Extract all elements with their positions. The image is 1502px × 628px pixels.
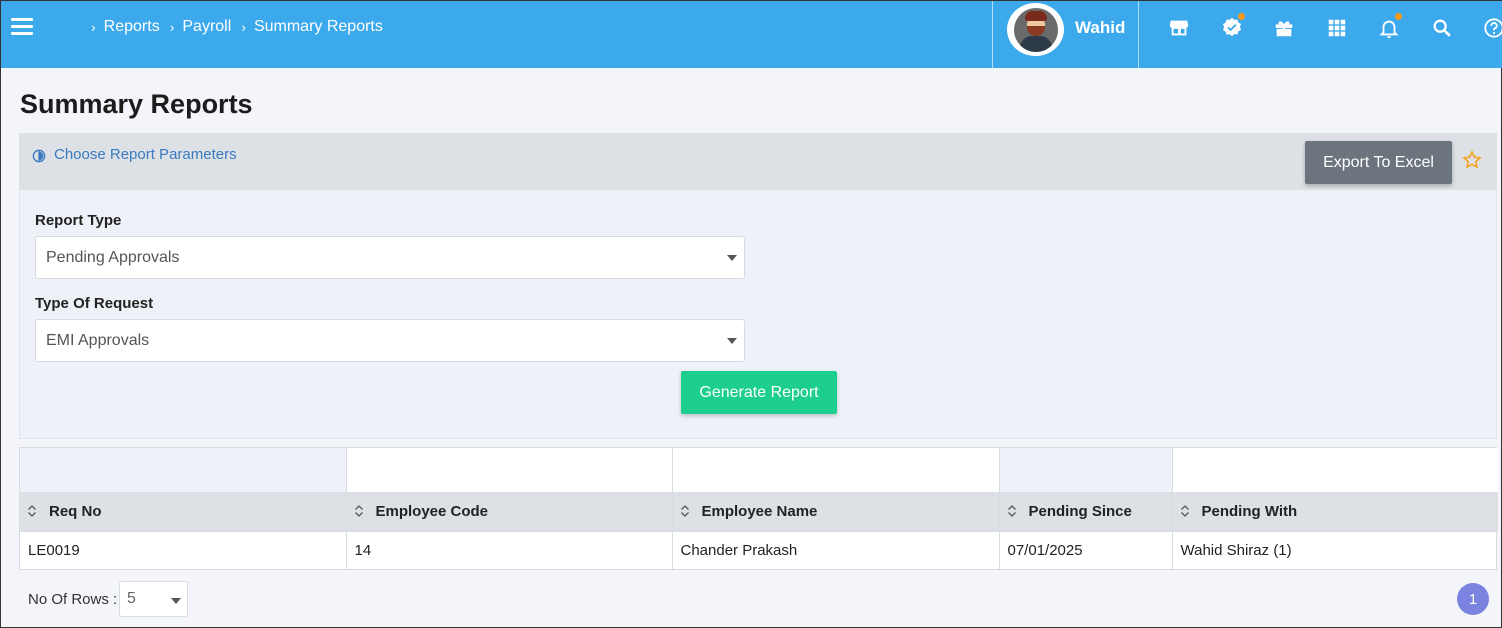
chevron-down-icon	[171, 598, 181, 604]
avatar[interactable]	[1007, 3, 1064, 56]
gift-icon[interactable]	[1271, 15, 1297, 41]
filter-cell-req-no	[20, 448, 347, 492]
filter-row	[20, 448, 1498, 492]
report-type-label: Report Type	[35, 212, 122, 229]
results-table: Req No Employee Code Employee Name Pendi…	[19, 447, 1498, 570]
divider	[992, 1, 993, 68]
column-header-label: Employee Name	[701, 502, 818, 520]
breadcrumb-summary-reports[interactable]: Summary Reports	[254, 18, 383, 36]
choose-report-parameters-label: Choose Report Parameters	[54, 146, 237, 163]
report-parameters-form: Report Type Pending Approvals Type Of Re…	[19, 190, 1497, 439]
request-type-value: EMI Approvals	[46, 331, 150, 349]
column-header-pending-with[interactable]: Pending With	[1172, 492, 1498, 531]
filter-cell-pending-with[interactable]	[1172, 448, 1498, 492]
toggle-icon	[32, 149, 46, 162]
cell-pending-since: 07/01/2025	[999, 530, 1173, 569]
cell-employee-name: Chander Prakash	[672, 530, 1000, 569]
request-type-select[interactable]: EMI Approvals	[35, 319, 745, 362]
breadcrumb-separator: ›	[241, 19, 246, 35]
breadcrumb-separator: ›	[169, 19, 175, 35]
rows-per-page-select[interactable]: 5	[119, 581, 188, 617]
breadcrumb-payroll[interactable]: Payroll	[182, 18, 231, 36]
filter-cell-employee-code[interactable]	[346, 448, 673, 492]
menu-icon[interactable]	[11, 18, 33, 36]
rows-per-page-label: No Of Rows :	[28, 591, 118, 608]
notification-dot	[1237, 13, 1245, 20]
report-type-select[interactable]: Pending Approvals	[35, 236, 745, 279]
cell-employee-code: 14	[346, 530, 673, 569]
breadcrumb-separator: ›	[91, 19, 96, 35]
generate-report-button[interactable]: Generate Report	[681, 371, 837, 414]
sort-icon	[354, 504, 363, 517]
export-to-excel-button[interactable]: Export To Excel	[1305, 141, 1452, 184]
column-header-employee-code[interactable]: Employee Code	[346, 492, 673, 531]
chevron-down-icon	[727, 338, 737, 344]
pagination-page-1[interactable]: 1	[1457, 583, 1489, 615]
divider	[1138, 1, 1139, 68]
header-row: Req No Employee Code Employee Name Pendi…	[20, 492, 1498, 531]
choose-report-parameters-link[interactable]: Choose Report Parameters	[32, 146, 237, 163]
column-header-req-no[interactable]: Req No	[20, 492, 347, 531]
page-title: Summary Reports	[20, 89, 253, 119]
column-header-label: Req No	[49, 502, 102, 520]
cell-pending-with: Wahid Shiraz (1)	[1172, 530, 1498, 569]
star-icon[interactable]	[1462, 150, 1482, 170]
rows-per-page-value: 5	[127, 590, 136, 607]
column-header-label: Pending Since	[1028, 502, 1132, 520]
sort-icon	[1007, 504, 1016, 517]
filter-cell-employee-name[interactable]	[672, 448, 1000, 492]
filter-cell-pending-since	[999, 448, 1173, 492]
report-type-value: Pending Approvals	[46, 248, 180, 266]
column-header-label: Pending With	[1201, 502, 1298, 520]
notification-dot	[1395, 13, 1402, 20]
verified-badge-icon[interactable]	[1219, 13, 1245, 41]
report-parameters-header: Choose Report Parameters Export To Excel	[19, 133, 1497, 190]
cell-req-no: LE0019	[20, 530, 347, 569]
avatar-image	[1013, 7, 1058, 52]
table-row[interactable]: LE0019 14 Chander Prakash 07/01/2025 Wah…	[20, 530, 1498, 569]
username[interactable]: Wahid	[1075, 18, 1125, 38]
store-icon[interactable]	[1166, 15, 1192, 41]
breadcrumb: › Reports › Payroll › Summary Reports	[91, 18, 393, 36]
column-header-label: Employee Code	[375, 502, 489, 520]
top-icon-bar	[1166, 13, 1502, 41]
sort-icon	[28, 504, 36, 517]
sort-icon	[1180, 504, 1189, 517]
help-icon[interactable]	[1481, 15, 1502, 41]
chevron-down-icon	[727, 255, 737, 261]
request-type-label: Type Of Request	[35, 295, 154, 312]
top-bar: › Reports › Payroll › Summary Reports Wa…	[1, 1, 1502, 68]
breadcrumb-reports[interactable]: Reports	[104, 18, 160, 36]
column-header-pending-since[interactable]: Pending Since	[999, 492, 1173, 531]
bell-icon[interactable]	[1376, 13, 1402, 41]
apps-grid-icon[interactable]	[1324, 15, 1350, 41]
search-icon[interactable]	[1429, 15, 1455, 41]
sort-icon	[680, 504, 689, 517]
column-header-employee-name[interactable]: Employee Name	[672, 492, 1000, 531]
